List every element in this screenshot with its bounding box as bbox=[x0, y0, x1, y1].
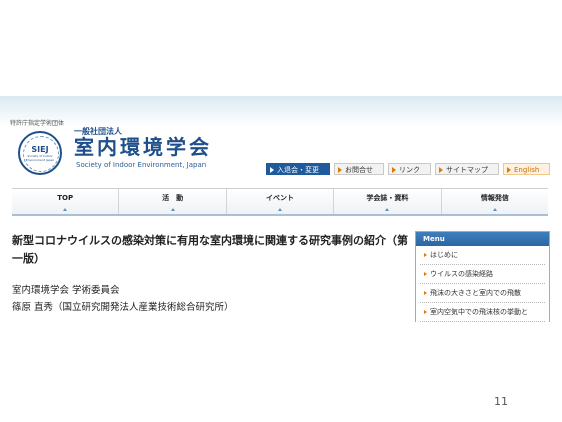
article-title: 新型コロナウイルスの感染対策に有用な室内環境に関連する研究事例の紹介（第一版） bbox=[12, 234, 408, 265]
menu-item[interactable]: はじめに bbox=[420, 246, 545, 265]
page-number: 11 bbox=[494, 395, 508, 408]
nav-item-journal[interactable]: 学会誌・資料 bbox=[334, 189, 442, 214]
caret-up-icon bbox=[492, 208, 497, 211]
siej-logo[interactable]: SIEJ Society of Indoor Environment Japan bbox=[18, 131, 62, 175]
org-title[interactable]: 室内環境学会 bbox=[74, 135, 212, 159]
caret-up-icon bbox=[63, 208, 68, 211]
author-committee: 室内環境学会 学術委員会 bbox=[12, 285, 120, 296]
sitemap-button[interactable]: サイトマップ bbox=[435, 163, 499, 175]
menu-item[interactable]: ウイルスの感染経路 bbox=[420, 265, 545, 284]
nav-label: 活 動 bbox=[162, 194, 184, 202]
nav-label: 学会誌・資料 bbox=[366, 194, 409, 202]
caret-up-icon bbox=[385, 208, 390, 211]
logo-subtext: Society of Indoor Environment Japan bbox=[25, 153, 55, 162]
caret-up-icon bbox=[278, 208, 283, 211]
menu-item[interactable]: 飛沫の大きさと室内での飛散 bbox=[420, 284, 545, 303]
nav-item-activities[interactable]: 活 動 bbox=[119, 189, 227, 214]
link-button[interactable]: リンク bbox=[388, 163, 431, 175]
membership-button[interactable]: 入退会・変更 bbox=[266, 163, 330, 175]
author-name: 篠原 直秀（国立研究開発法人産業技術総合研究所） bbox=[12, 302, 234, 313]
main-nav: TOP 活 動 イベント 学会誌・資料 情報発信 bbox=[12, 188, 548, 216]
caret-up-icon bbox=[170, 208, 175, 211]
header-band bbox=[0, 96, 562, 126]
nav-item-events[interactable]: イベント bbox=[227, 189, 335, 214]
nav-item-top[interactable]: TOP bbox=[12, 189, 120, 214]
certification-text: 特許庁指定学術団体 bbox=[10, 120, 65, 127]
side-menu: Menu はじめに ウイルスの感染経路 飛沫の大きさと室内での飛散 室内空気中で… bbox=[415, 231, 550, 322]
nav-item-info[interactable]: 情報発信 bbox=[442, 189, 548, 214]
nav-label: TOP bbox=[57, 194, 74, 202]
nav-label: イベント bbox=[266, 194, 295, 202]
english-button[interactable]: English bbox=[503, 163, 551, 175]
website-screenshot: 特許庁指定学術団体 SIEJ Society of Indoor Environ… bbox=[0, 96, 562, 322]
menu-header: Menu bbox=[416, 232, 549, 246]
nav-label: 情報発信 bbox=[480, 194, 509, 202]
org-english-name: Society of Indoor Environment, Japan bbox=[76, 161, 207, 169]
contact-button[interactable]: お問合せ bbox=[334, 163, 384, 175]
menu-item[interactable]: 室内空気中での飛沫核の挙動と bbox=[420, 303, 545, 322]
slide: 特許庁指定学術団体 SIEJ Society of Indoor Environ… bbox=[0, 0, 562, 422]
logo-text: SIEJ bbox=[31, 144, 49, 154]
top-buttons: 入退会・変更 お問合せ リンク サイトマップ English bbox=[266, 163, 551, 175]
